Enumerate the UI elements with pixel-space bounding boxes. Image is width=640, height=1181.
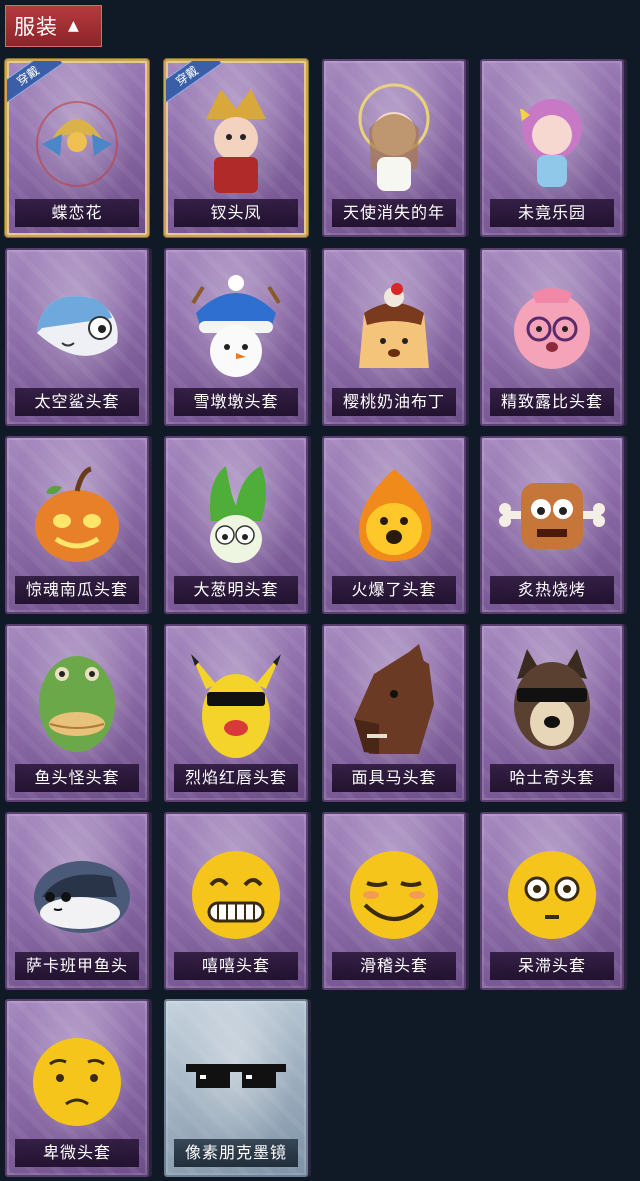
costume-card[interactable]: 樱桃奶油布丁 — [322, 248, 466, 426]
costume-card[interactable]: 炙热烧烤 — [480, 436, 624, 614]
stunned-emoji-head-icon — [482, 832, 622, 952]
costume-name: 太空鲨头套 — [15, 388, 139, 416]
costume-card[interactable]: 滑稽头套 — [322, 812, 466, 990]
costume-name: 钗头凤 — [174, 199, 298, 227]
costume-name: 呆滞头套 — [490, 952, 614, 980]
section-title: 服装 — [14, 15, 58, 39]
costume-card[interactable]: 萨卡班甲鱼头 — [5, 812, 149, 990]
costume-card[interactable]: 火爆了头套 — [322, 436, 466, 614]
costume-card[interactable]: 精致露比头套 — [480, 248, 624, 426]
chevron-up-icon[interactable]: ▲ — [68, 19, 79, 33]
costume-name: 卑微头套 — [15, 1139, 139, 1167]
costume-card[interactable]: 卑微头套 — [5, 999, 149, 1177]
grin-emoji-head-icon — [166, 832, 306, 952]
costume-card[interactable]: 太空鲨头套 — [5, 248, 149, 426]
costume-card[interactable]: 未竟乐园 — [480, 59, 624, 237]
costume-card[interactable]: 面具马头套 — [322, 624, 466, 802]
costume-name: 雪墩墩头套 — [174, 388, 298, 416]
smirk-emoji-head-icon — [324, 832, 464, 952]
costume-name: 蝶恋花 — [15, 199, 139, 227]
costume-name: 樱桃奶油布丁 — [332, 388, 456, 416]
costume-name: 嘻嘻头套 — [174, 952, 298, 980]
costume-card[interactable]: 烈焰红唇头套 — [164, 624, 308, 802]
snowman-head-icon — [166, 268, 306, 388]
costume-name: 鱼头怪头套 — [15, 764, 139, 792]
pink-doll-icon — [482, 79, 622, 199]
costume-card[interactable]: 哈士奇头套 — [480, 624, 624, 802]
shark-head-icon — [7, 268, 147, 388]
bbq-meat-head-icon — [482, 456, 622, 576]
costume-card[interactable]: 钗头凤 穿戴 — [164, 59, 308, 237]
pumpkin-head-icon — [7, 456, 147, 576]
pixel-sunglasses-icon — [166, 1019, 306, 1139]
costume-name: 哈士奇头套 — [490, 764, 614, 792]
pleading-emoji-head-icon — [7, 1019, 147, 1139]
phoenix-crown-icon — [166, 79, 306, 199]
costume-name: 面具马头套 — [332, 764, 456, 792]
costume-card[interactable]: 大葱明头套 — [164, 436, 308, 614]
costume-card[interactable]: 嘻嘻头套 — [164, 812, 308, 990]
costume-name: 大葱明头套 — [174, 576, 298, 604]
costume-card[interactable]: 像素朋克墨镜 — [164, 999, 308, 1177]
costume-name: 天使消失的年 — [332, 199, 456, 227]
costume-name: 火爆了头套 — [332, 576, 456, 604]
angel-doll-icon — [324, 79, 464, 199]
costume-name: 精致露比头套 — [490, 388, 614, 416]
pudding-head-icon — [324, 268, 464, 388]
costume-card[interactable]: 蝶恋花 穿戴 — [5, 59, 149, 237]
costume-name: 未竟乐园 — [490, 199, 614, 227]
costume-card[interactable]: 呆滞头套 — [480, 812, 624, 990]
pink-beaver-head-icon — [482, 268, 622, 388]
costume-name: 滑稽头套 — [332, 952, 456, 980]
costume-card[interactable]: 雪墩墩头套 — [164, 248, 308, 426]
yellow-mouse-head-icon — [166, 644, 306, 764]
butterfly-headdress-icon — [7, 79, 147, 199]
costume-name: 烈焰红唇头套 — [174, 764, 298, 792]
sacabambaspis-head-icon — [7, 832, 147, 952]
costume-card[interactable]: 鱼头怪头套 — [5, 624, 149, 802]
costume-section-tab[interactable]: 服装 ▲ — [5, 5, 102, 47]
costume-name: 炙热烧烤 — [490, 576, 614, 604]
scallion-head-icon — [166, 456, 306, 576]
costume-name: 惊魂南瓜头套 — [15, 576, 139, 604]
costume-name: 萨卡班甲鱼头 — [15, 952, 139, 980]
fire-head-icon — [324, 456, 464, 576]
horse-head-icon — [324, 644, 464, 764]
husky-head-icon — [482, 644, 622, 764]
costume-card[interactable]: 惊魂南瓜头套 — [5, 436, 149, 614]
fish-head-icon — [7, 644, 147, 764]
costume-card[interactable]: 天使消失的年 — [322, 59, 466, 237]
costume-name: 像素朋克墨镜 — [174, 1139, 298, 1167]
